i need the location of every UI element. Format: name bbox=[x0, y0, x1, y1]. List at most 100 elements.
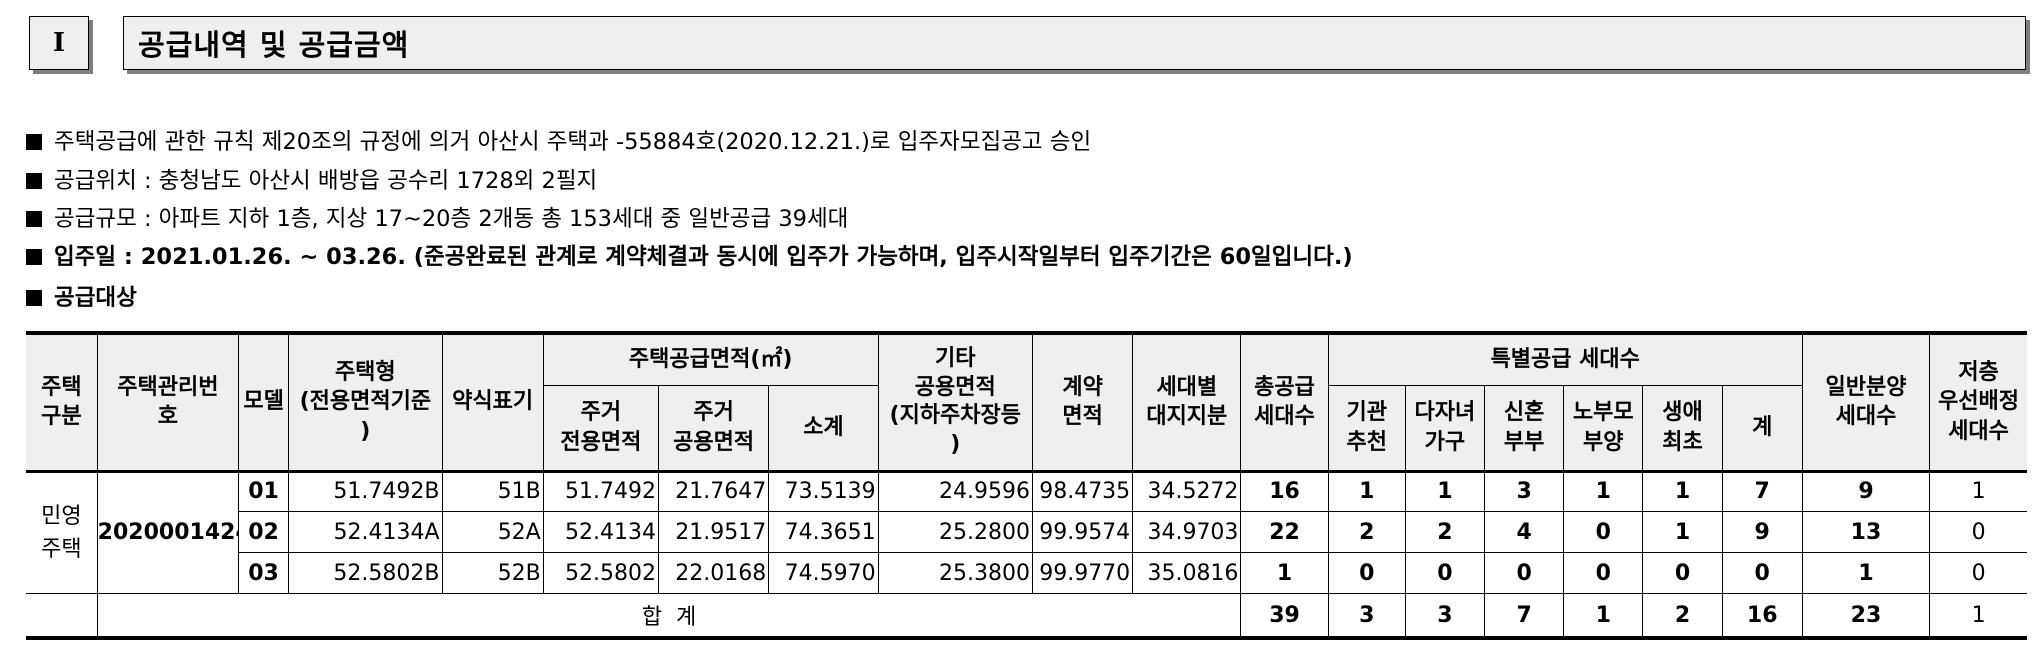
cell-subtotal: 73.5139 bbox=[768, 470, 879, 513]
cell-sp-newly: 0 bbox=[1484, 552, 1565, 595]
total-general: 23 bbox=[1801, 593, 1931, 641]
cell-res-private: 52.4134 bbox=[542, 511, 660, 554]
cell-res-common: 21.7647 bbox=[658, 470, 770, 513]
cell-other-common: 25.2800 bbox=[877, 511, 1033, 554]
cell-sp-parents: 0 bbox=[1563, 552, 1644, 595]
cell-sp-first: 1 bbox=[1642, 511, 1723, 554]
cell-contract-area: 99.9770 bbox=[1031, 552, 1134, 595]
note-text: 공급위치 : 충청남도 아산시 배방읍 공수리 1728외 2필지 bbox=[54, 168, 598, 194]
cell-general: 1 bbox=[1801, 552, 1931, 595]
cell-land-share: 35.0816 bbox=[1132, 552, 1242, 595]
header-sp-parents: 노부모 부양 bbox=[1563, 384, 1644, 473]
total-sp-sum: 16 bbox=[1721, 593, 1803, 641]
note-text: 주택공급에 관한 규칙 제20조의 규정에 의거 아산시 주택과 -55884호… bbox=[54, 129, 1092, 155]
cell-sp-multi: 2 bbox=[1404, 511, 1486, 554]
header-sp-first: 생애 최초 bbox=[1642, 384, 1723, 473]
cell-low-floor: 0 bbox=[1929, 552, 2027, 595]
cell-short: 52A bbox=[441, 511, 544, 554]
total-units: 39 bbox=[1240, 593, 1329, 641]
cell-land-share: 34.9703 bbox=[1132, 511, 1242, 554]
header-area-group: 주택공급면적(㎡) bbox=[542, 331, 879, 386]
cell-sp-multi: 0 bbox=[1404, 552, 1486, 595]
note-text: 공급규모 : 아파트 지하 1층, 지상 17~20층 2개동 총 153세대 … bbox=[54, 206, 849, 232]
cell-short: 52B bbox=[441, 552, 544, 595]
total-low-floor: 1 bbox=[1929, 593, 2027, 641]
header-other-common: 기타 공용면적 (지하주차장등 ) bbox=[877, 331, 1033, 473]
header-sp-sum: 계 bbox=[1721, 384, 1803, 473]
cell-mgmt-no: 2020001424 bbox=[96, 470, 240, 595]
cell-sp-newly: 4 bbox=[1484, 511, 1565, 554]
header-sp-newly: 신혼 부부 bbox=[1484, 384, 1565, 473]
section-number: I bbox=[29, 16, 89, 70]
cell-subtotal: 74.3651 bbox=[768, 511, 879, 554]
total-sp-parents: 1 bbox=[1563, 593, 1644, 641]
cell-sp-sum: 7 bbox=[1721, 470, 1803, 513]
total-sp-newly: 7 bbox=[1484, 593, 1565, 641]
note-text: 공급대상 bbox=[54, 285, 137, 311]
bullet-square-icon bbox=[26, 173, 42, 189]
cell-sp-parents: 0 bbox=[1563, 511, 1644, 554]
note-scale: 공급규모 : 아파트 지하 1층, 지상 17~20층 2개동 총 153세대 … bbox=[26, 204, 848, 234]
total-sp-multi: 3 bbox=[1404, 593, 1486, 641]
cell-contract-area: 98.4735 bbox=[1031, 470, 1134, 513]
cell-sp-first: 1 bbox=[1642, 470, 1723, 513]
cell-res-common: 21.9517 bbox=[658, 511, 770, 554]
header-special-group: 특별공급 세대수 bbox=[1327, 331, 1803, 386]
supply-table: 주택 구분 주택관리번 호 모델 주택형 (전용면적기준 ) 약식표기 주택공급… bbox=[26, 331, 2027, 641]
header-unit-type: 주택형 (전용면적기준 ) bbox=[288, 331, 443, 473]
header-land-share: 세대별 대지지분 bbox=[1132, 331, 1242, 473]
cell-total-units: 16 bbox=[1240, 470, 1329, 513]
cell-res-common: 22.0168 bbox=[658, 552, 770, 595]
bullet-square-icon bbox=[26, 211, 42, 227]
cell-sp-multi: 1 bbox=[1404, 470, 1486, 513]
note-approval: 주택공급에 관한 규칙 제20조의 규정에 의거 아산시 주택과 -55884호… bbox=[26, 127, 1091, 157]
total-row: 합 계 39 3 3 7 1 2 16 23 1 bbox=[26, 593, 2027, 641]
total-label: 합 계 bbox=[96, 593, 1242, 641]
cell-model: 02 bbox=[238, 511, 290, 554]
cell-total-units: 22 bbox=[1240, 511, 1329, 554]
cell-other-common: 24.9596 bbox=[877, 470, 1033, 513]
table-row: 민영 주택 2020001424 01 51.7492B 51B 51.7492… bbox=[26, 470, 2027, 595]
bullet-square-icon bbox=[26, 249, 42, 265]
cell-general: 13 bbox=[1801, 511, 1931, 554]
cell-category: 민영 주택 bbox=[26, 470, 98, 595]
cell-sp-inst: 2 bbox=[1327, 511, 1406, 554]
cell-short: 51B bbox=[441, 470, 544, 513]
header-general: 일반분양 세대수 bbox=[1801, 331, 1931, 473]
header-model: 모델 bbox=[238, 331, 290, 473]
bullet-square-icon bbox=[26, 290, 42, 306]
cell-land-share: 34.5272 bbox=[1132, 470, 1242, 513]
cell-res-private: 51.7492 bbox=[542, 470, 660, 513]
cell-unit-type: 52.5802B bbox=[288, 552, 443, 595]
cell-general: 9 bbox=[1801, 470, 1931, 513]
total-sp-first: 2 bbox=[1642, 593, 1723, 641]
header-low-floor: 저층 우선배정 세대수 bbox=[1929, 331, 2027, 473]
total-sp-inst: 3 bbox=[1327, 593, 1406, 641]
cell-sp-sum: 9 bbox=[1721, 511, 1803, 554]
header-contract-area: 계약 면적 bbox=[1031, 331, 1134, 473]
cell-unit-type: 51.7492B bbox=[288, 470, 443, 513]
cell-model: 03 bbox=[238, 552, 290, 595]
note-location: 공급위치 : 충청남도 아산시 배방읍 공수리 1728외 2필지 bbox=[26, 166, 597, 196]
section-title: 공급내역 및 공급금액 bbox=[123, 16, 2026, 70]
cell-unit-type: 52.4134A bbox=[288, 511, 443, 554]
cell-contract-area: 99.9574 bbox=[1031, 511, 1134, 554]
header-mgmt-no: 주택관리번 호 bbox=[96, 331, 240, 473]
cell-model: 01 bbox=[238, 470, 290, 513]
cell-low-floor: 0 bbox=[1929, 511, 2027, 554]
cell-subtotal: 74.5970 bbox=[768, 552, 879, 595]
table-row: 02 52.4134A 52A 52.4134 21.9517 74.3651 … bbox=[26, 511, 2027, 554]
header-subtotal: 소계 bbox=[768, 384, 879, 473]
cell-sp-inst: 0 bbox=[1327, 552, 1406, 595]
cell-sp-inst: 1 bbox=[1327, 470, 1406, 513]
cell-sp-sum: 0 bbox=[1721, 552, 1803, 595]
header-res-private: 주거 전용면적 bbox=[543, 384, 660, 473]
header-sp-multi: 다자녀 가구 bbox=[1404, 384, 1486, 473]
note-target: 공급대상 bbox=[26, 283, 137, 313]
cell-sp-newly: 3 bbox=[1484, 470, 1565, 513]
cell-total-units: 1 bbox=[1240, 552, 1329, 595]
header-res-common: 주거 공용면적 bbox=[658, 384, 770, 473]
header-sp-inst: 기관 추천 bbox=[1327, 384, 1406, 473]
header-total-units: 총공급 세대수 bbox=[1240, 331, 1329, 473]
cell-sp-parents: 1 bbox=[1563, 470, 1644, 513]
